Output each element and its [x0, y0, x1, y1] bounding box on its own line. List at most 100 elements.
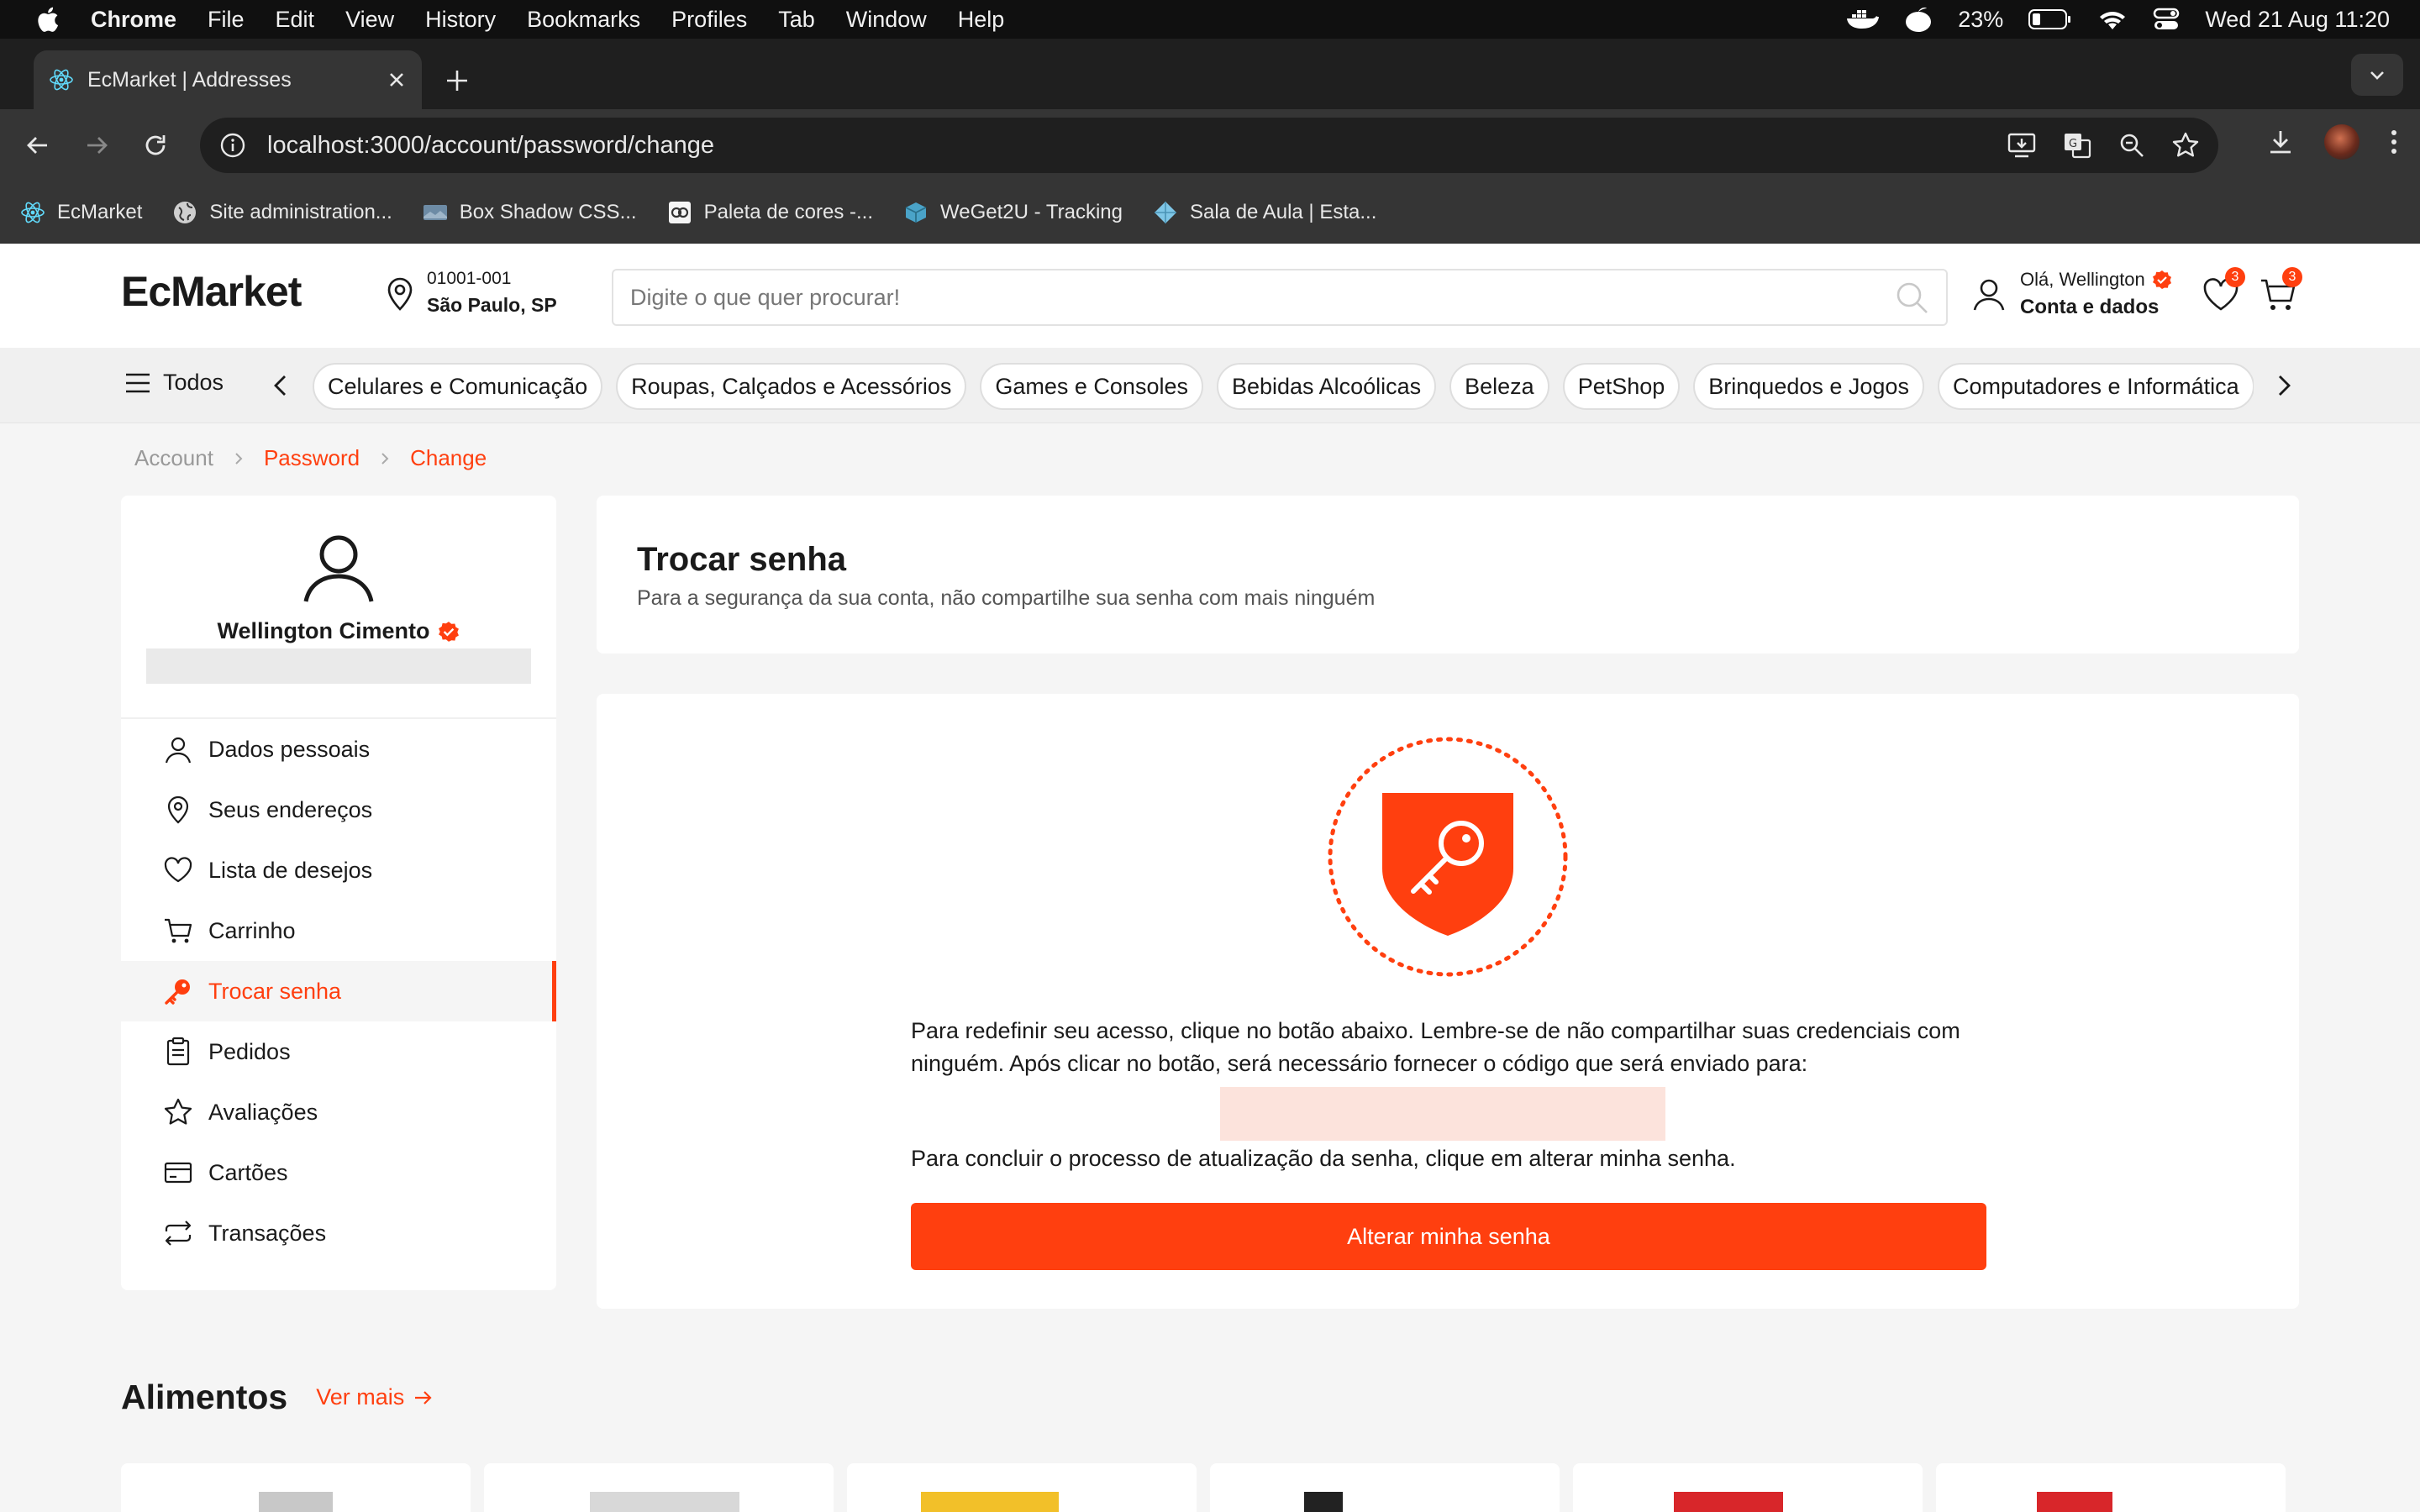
change-password-button[interactable]: Alterar minha senha	[911, 1203, 1986, 1270]
browser-tab-active[interactable]: EcMarket | Addresses	[34, 50, 422, 109]
react-icon	[50, 69, 73, 91]
wifi-icon[interactable]	[2097, 8, 2128, 31]
tab-search-button[interactable]	[2351, 54, 2403, 96]
sidebar-item-dados-pessoais[interactable]: Dados pessoais	[121, 719, 556, 780]
sidebar-item-pedidos[interactable]: Pedidos	[121, 1021, 556, 1082]
cart-button[interactable]: 3	[2259, 267, 2302, 314]
sidebar-item-transacoes[interactable]: Transações	[121, 1203, 556, 1263]
menu-profiles[interactable]: Profiles	[671, 7, 747, 33]
category-chip[interactable]: Celulares e Comunicação	[313, 363, 603, 410]
back-button[interactable]	[20, 128, 55, 163]
battery-percentage: 23%	[1958, 6, 2004, 32]
chevron-left-icon[interactable]	[269, 373, 294, 398]
menu-edit[interactable]: Edit	[276, 7, 315, 33]
category-chip[interactable]: Computadores e Informática	[1937, 363, 2254, 410]
menu-history[interactable]: History	[425, 7, 496, 33]
profile-avatar[interactable]	[2324, 124, 2360, 160]
see-more-link[interactable]: Ver mais	[316, 1384, 434, 1410]
bookmark-site-admin[interactable]: Site administration...	[172, 200, 392, 225]
sidebar-item-avaliacoes[interactable]: Avaliações	[121, 1082, 556, 1142]
sidebar-item-enderecos[interactable]: Seus endereços	[121, 780, 556, 840]
menu-file[interactable]: File	[208, 7, 245, 33]
bookmark-sala-aula[interactable]: Sala de Aula | Esta...	[1153, 200, 1376, 225]
site-logo[interactable]: EcMarket	[121, 267, 302, 316]
search-placeholder: Digite o que quer procurar!	[630, 284, 901, 310]
product-card[interactable]	[121, 1463, 471, 1512]
box-icon	[905, 202, 927, 223]
verified-badge-icon	[439, 621, 460, 642]
forward-button[interactable]	[79, 128, 114, 163]
arrow-left-icon	[27, 137, 47, 154]
bookmark-label: WeGet2U - Tracking	[940, 200, 1123, 223]
bookmark-ecmarket[interactable]: EcMarket	[20, 200, 142, 225]
category-chip[interactable]: Roupas, Calçados e Acessórios	[616, 363, 967, 410]
sidebar-item-cartoes[interactable]: Cartões	[121, 1142, 556, 1203]
all-categories-button[interactable]: Todos	[124, 370, 224, 396]
category-chip[interactable]: Brinquedos e Jogos	[1693, 363, 1924, 410]
address-bar[interactable]: localhost:3000/account/password/change G	[200, 118, 2218, 173]
menu-app-name[interactable]: Chrome	[91, 7, 176, 33]
bookmark-box-shadow[interactable]: Box Shadow CSS...	[423, 200, 637, 225]
category-chip[interactable]: Beleza	[1449, 363, 1549, 410]
star-icon	[164, 1098, 192, 1125]
fruit-app-icon[interactable]	[1904, 6, 1933, 33]
site-info-icon[interactable]	[218, 131, 247, 160]
product-image	[259, 1492, 333, 1512]
hamburger-menu-icon	[126, 373, 150, 392]
bookmark-weget2u[interactable]: WeGet2U - Tracking	[903, 200, 1123, 225]
account-sidebar: Wellington Cimento Dados pessoais Seus e…	[121, 496, 556, 1290]
account-menu[interactable]: Olá, Wellington Conta e dados	[1971, 269, 2172, 319]
bookmark-paleta-cores[interactable]: Paleta de cores -...	[667, 200, 873, 225]
new-tab-icon[interactable]	[442, 66, 472, 96]
bookmark-label: Box Shadow CSS...	[459, 200, 637, 223]
all-categories-label: Todos	[163, 370, 224, 395]
close-tab-icon[interactable]	[387, 70, 407, 90]
menu-help[interactable]: Help	[958, 7, 1005, 33]
docker-icon[interactable]	[1845, 7, 1880, 32]
chevron-right-icon[interactable]	[2270, 373, 2296, 398]
reload-button[interactable]	[138, 128, 173, 163]
category-chip[interactable]: Games e Consoles	[980, 363, 1203, 410]
translate-icon[interactable]: G	[2062, 131, 2092, 160]
page-subtitle: Para a segurança da sua conta, não compa…	[637, 586, 1376, 610]
heart-icon	[164, 857, 192, 883]
menu-tab[interactable]: Tab	[778, 7, 815, 33]
user-icon	[165, 737, 192, 764]
breadcrumb-password[interactable]: Password	[264, 445, 360, 471]
menubar-clock[interactable]: Wed 21 Aug 11:20	[2205, 7, 2390, 33]
breadcrumb-change: Change	[410, 445, 487, 470]
download-icon[interactable]	[2265, 127, 2296, 157]
menu-window[interactable]: Window	[846, 7, 927, 33]
wishlist-button[interactable]: 3	[2202, 267, 2245, 314]
menu-bookmarks[interactable]: Bookmarks	[527, 7, 640, 33]
url-text[interactable]: localhost:3000/account/password/change	[267, 132, 2007, 160]
product-card[interactable]	[1210, 1463, 1560, 1512]
delivery-location[interactable]: 01001-001 São Paulo, SP	[383, 269, 557, 317]
kebab-menu-icon[interactable]	[2388, 127, 2400, 157]
sidebar-item-lista-desejos[interactable]: Lista de desejos	[121, 840, 556, 900]
chevron-down-icon	[2370, 71, 2384, 80]
product-search-input[interactable]: Digite o que quer procurar!	[612, 269, 1948, 326]
zoom-icon[interactable]	[2118, 131, 2146, 160]
product-card[interactable]	[1573, 1463, 1923, 1512]
battery-icon[interactable]	[2028, 8, 2072, 30]
apple-icon[interactable]	[34, 5, 60, 34]
control-center-icon[interactable]	[2153, 7, 2180, 32]
product-card[interactable]	[847, 1463, 1197, 1512]
menu-view[interactable]: View	[345, 7, 394, 33]
sidebar-item-carrinho[interactable]: Carrinho	[121, 900, 556, 961]
bookmark-label: Paleta de cores -...	[703, 200, 874, 223]
search-icon[interactable]	[1894, 280, 1929, 315]
bookmark-star-icon[interactable]	[2171, 131, 2200, 160]
category-chip[interactable]: Bebidas Alcoólicas	[1216, 363, 1437, 410]
breadcrumb-account[interactable]: Account	[134, 445, 213, 471]
shield-key-icon	[1328, 737, 1568, 977]
category-chip[interactable]: PetShop	[1562, 363, 1681, 410]
section-title: Alimentos	[121, 1378, 288, 1416]
sidebar-item-trocar-senha[interactable]: Trocar senha	[121, 961, 556, 1021]
sidebar-item-label: Carrinho	[208, 917, 296, 943]
install-app-icon[interactable]	[2007, 131, 2037, 160]
sidebar-item-label: Trocar senha	[208, 978, 342, 1004]
product-card[interactable]	[484, 1463, 834, 1512]
product-card[interactable]	[1936, 1463, 2286, 1512]
